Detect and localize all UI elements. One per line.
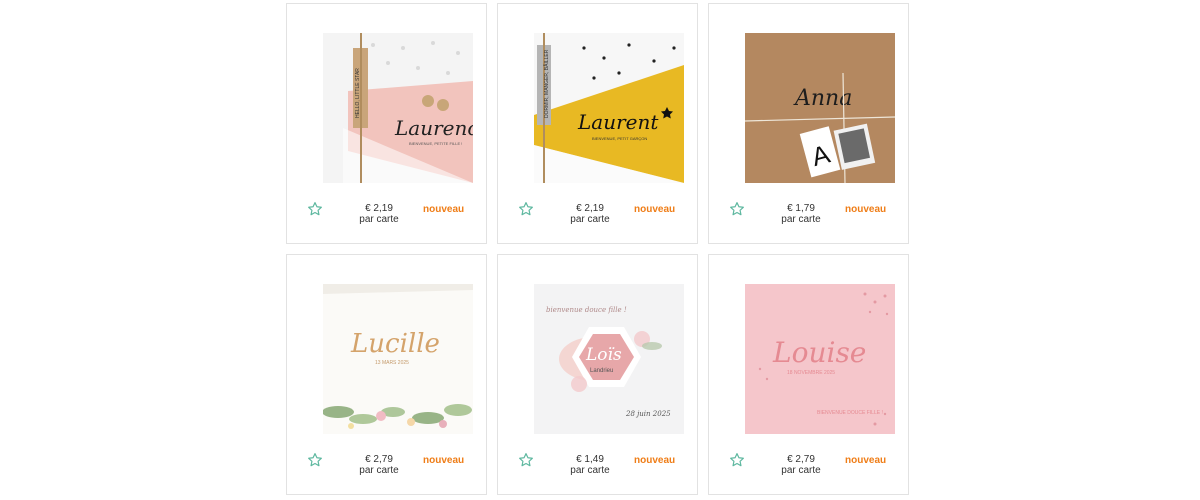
star-outline-icon[interactable]: [729, 201, 745, 217]
new-badge: nouveau: [634, 455, 676, 466]
new-badge: nouveau: [423, 204, 465, 215]
tag-text: DORMIR, MANGER, BÂILLER: [543, 49, 550, 118]
price-unit: par carte: [570, 214, 610, 225]
card-name-text: Lucille: [350, 329, 440, 359]
product-card[interactable]: Laurent BIENVENUE, PETIT GARÇON DORMIR, …: [497, 3, 698, 244]
product-thumbnail[interactable]: Lucille 13 MARS 2025: [323, 284, 473, 434]
product-card[interactable]: Louise 18 NOVEMBRE 2025 BIENVENUE DOUCE …: [708, 254, 909, 495]
product-thumbnail[interactable]: Laurent BIENVENUE, PETIT GARÇON DORMIR, …: [534, 33, 684, 183]
card-name-text: Loïs: [585, 345, 622, 365]
card-subtitle-text: Landrieu: [590, 368, 613, 374]
product-card[interactable]: Lucille 13 MARS 2025 € 2,79 par carte no…: [286, 254, 487, 495]
price-block: € 2,79 par carte: [771, 454, 831, 476]
price-unit: par carte: [781, 465, 821, 476]
price-block: € 2,19 par carte: [560, 203, 620, 225]
product-card[interactable]: Laurence BIENVENUE, PETITE FILLE ! HELLO…: [286, 3, 487, 244]
price-value: € 2,79: [365, 454, 393, 465]
price-value: € 2,19: [576, 203, 604, 214]
price-value: € 1,49: [576, 454, 604, 465]
star-outline-icon[interactable]: [729, 452, 745, 468]
tag-text: HELLO, LITTLE STAR: [355, 68, 361, 118]
star-outline-icon[interactable]: [307, 201, 323, 217]
star-outline-icon[interactable]: [518, 201, 534, 217]
card-subtitle-text: 13 MARS 2025: [375, 360, 409, 366]
product-thumbnail[interactable]: Anna A: [745, 33, 895, 183]
price-unit: par carte: [359, 465, 399, 476]
card-date-text: 28 juin 2025: [625, 410, 671, 418]
card-subtitle-text: BIENVENUE, PETIT GARÇON: [592, 136, 647, 141]
product-card[interactable]: Anna A € 1,79 par carte nouveau: [708, 3, 909, 244]
price-block: € 2,19 par carte: [349, 203, 409, 225]
card-name-text: Louise: [772, 336, 866, 369]
price-unit: par carte: [570, 465, 610, 476]
new-badge: nouveau: [634, 204, 676, 215]
price-value: € 2,19: [365, 203, 393, 214]
price-unit: par carte: [359, 214, 399, 225]
new-badge: nouveau: [845, 455, 887, 466]
star-outline-icon[interactable]: [518, 452, 534, 468]
price-block: € 1,79 par carte: [771, 203, 831, 225]
price-value: € 1,79: [787, 203, 815, 214]
price-block: € 1,49 par carte: [560, 454, 620, 476]
product-thumbnail[interactable]: Louise 18 NOVEMBRE 2025 BIENVENUE DOUCE …: [745, 284, 895, 434]
product-card[interactable]: bienvenue douce fille ! Loïs Landrieu 28…: [497, 254, 698, 495]
card-subtitle-text: BIENVENUE, PETITE FILLE !: [409, 141, 462, 146]
product-thumbnail[interactable]: Laurence BIENVENUE, PETITE FILLE ! HELLO…: [323, 33, 473, 183]
card-subtitle-text: 18 NOVEMBRE 2025: [787, 370, 835, 376]
price-block: € 2,79 par carte: [349, 454, 409, 476]
price-unit: par carte: [781, 214, 821, 225]
star-outline-icon[interactable]: [307, 452, 323, 468]
card-greeting-text: bienvenue douce fille !: [546, 306, 627, 314]
card-greeting-text: BIENVENUE DOUCE FILLE !: [817, 410, 883, 416]
card-name-text: Laurent: [577, 110, 659, 134]
new-badge: nouveau: [423, 455, 465, 466]
product-thumbnail[interactable]: bienvenue douce fille ! Loïs Landrieu 28…: [534, 284, 684, 434]
price-value: € 2,79: [787, 454, 815, 465]
new-badge: nouveau: [845, 204, 887, 215]
card-name-text: Laurence: [394, 116, 473, 140]
